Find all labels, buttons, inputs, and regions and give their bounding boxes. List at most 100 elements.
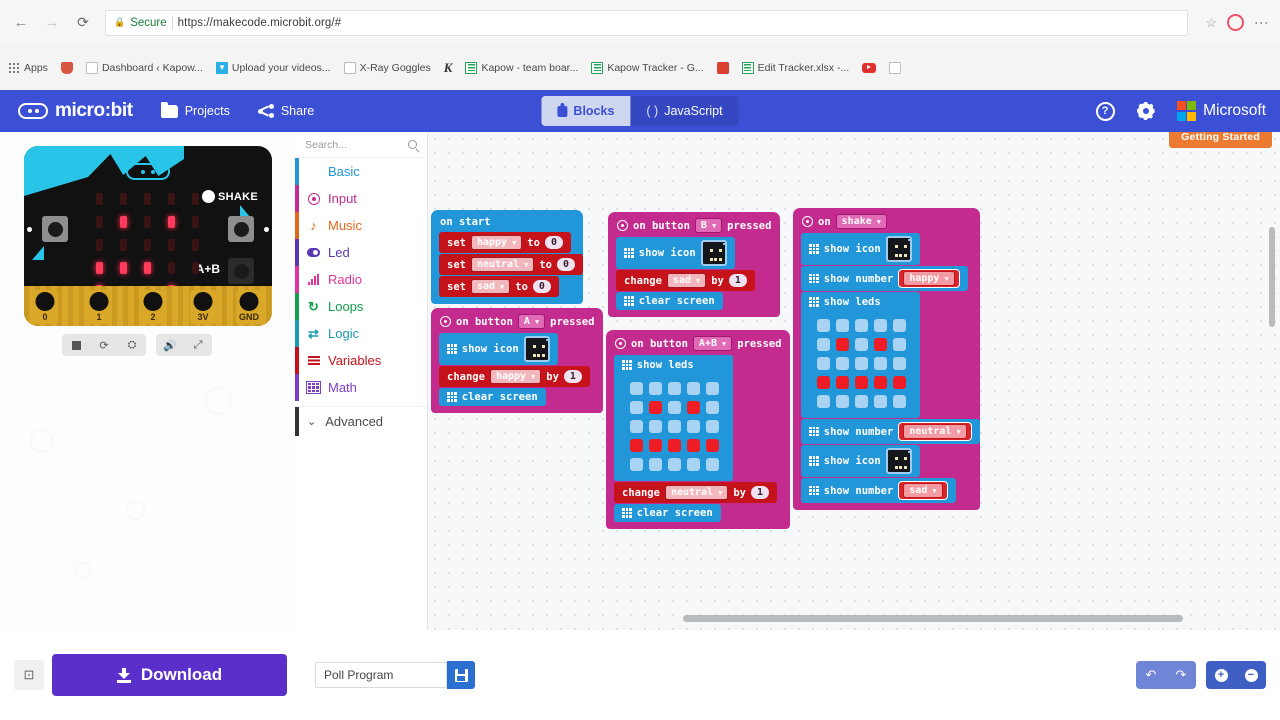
- led-cell[interactable]: [874, 338, 887, 351]
- variable-dropdown[interactable]: sad ▼: [903, 483, 943, 498]
- variable-reporter[interactable]: neutral ▼: [898, 422, 972, 441]
- set-variable-block[interactable]: set sad ▼ to 0: [439, 276, 559, 297]
- led-cell[interactable]: [874, 376, 887, 389]
- help-icon[interactable]: ?: [1095, 101, 1115, 121]
- reload-icon[interactable]: ⟳: [72, 12, 94, 34]
- horizontal-scrollbar[interactable]: [683, 615, 1183, 622]
- led-cell[interactable]: [687, 420, 700, 433]
- microbit-simulator[interactable]: SHAKE A+B 0 1 2 3V GND: [24, 146, 272, 326]
- show-leds-block[interactable]: show leds: [801, 292, 920, 418]
- led-cell[interactable]: [706, 382, 719, 395]
- led-cell[interactable]: [817, 357, 830, 370]
- led-cell[interactable]: [630, 420, 643, 433]
- bookmark-item[interactable]: [60, 61, 73, 74]
- bookmark-item[interactable]: Kapow Tracker - G...: [591, 61, 704, 74]
- toolbox-category-logic[interactable]: ⇄ Logic: [295, 320, 427, 347]
- save-button[interactable]: [447, 661, 475, 689]
- opera-icon[interactable]: [1227, 14, 1244, 31]
- change-variable-block[interactable]: change happy ▼ by 1: [439, 366, 590, 387]
- toolbox-category-math[interactable]: Math: [295, 374, 427, 401]
- number-input[interactable]: 0: [544, 236, 563, 249]
- led-cell[interactable]: [836, 319, 849, 332]
- led-cell[interactable]: [893, 395, 906, 408]
- show-icon-block[interactable]: show icon: [801, 445, 920, 477]
- event-dropdown[interactable]: shake ▼: [835, 214, 887, 229]
- led-cell[interactable]: [874, 319, 887, 332]
- led-cell[interactable]: [706, 439, 719, 452]
- number-input[interactable]: 0: [557, 258, 576, 271]
- led-cell[interactable]: [893, 357, 906, 370]
- button-dropdown[interactable]: A ▼: [517, 314, 546, 329]
- led-cell[interactable]: [630, 458, 643, 471]
- bookmark-item[interactable]: Kapow - team boar...: [465, 61, 578, 74]
- number-input[interactable]: 1: [728, 274, 747, 287]
- number-input[interactable]: 0: [532, 280, 551, 293]
- block-on-button-a[interactable]: on button A ▼ pressed show icon change happy ▼ b…: [431, 308, 604, 413]
- led-cell[interactable]: [855, 376, 868, 389]
- variable-dropdown[interactable]: happy ▼: [903, 271, 955, 286]
- expand-simulator-button[interactable]: ⊡: [14, 660, 44, 690]
- led-cell[interactable]: [874, 357, 887, 370]
- zoom-in-button[interactable]: +: [1206, 661, 1236, 689]
- toolbox-category-music[interactable]: ♪ Music: [295, 212, 427, 239]
- led-cell[interactable]: [855, 338, 868, 351]
- zoom-out-button[interactable]: −: [1236, 661, 1266, 689]
- button-ab[interactable]: [228, 258, 254, 284]
- led-matrix[interactable]: [809, 313, 914, 416]
- show-icon-block[interactable]: show icon: [439, 333, 558, 365]
- bookmark-item[interactable]: K: [444, 60, 453, 76]
- toolbox-category-led[interactable]: Led: [295, 239, 427, 266]
- tab-javascript[interactable]: ( ) JavaScript: [630, 96, 738, 126]
- led-cell[interactable]: [893, 319, 906, 332]
- show-number-block[interactable]: show number neutral ▼: [801, 419, 980, 444]
- number-input[interactable]: 1: [563, 370, 582, 383]
- variable-dropdown[interactable]: sad ▼: [666, 273, 707, 288]
- vertical-scrollbar[interactable]: [1269, 227, 1275, 327]
- toolbox-category-basic[interactable]: Basic: [295, 158, 427, 185]
- show-icon-block[interactable]: show icon: [616, 237, 735, 269]
- toolbox-advanced[interactable]: ⌄ Advanced: [295, 406, 427, 436]
- pin-2[interactable]: 2: [140, 290, 166, 324]
- led-cell[interactable]: [855, 319, 868, 332]
- address-bar[interactable]: 🔒 Secure https://makecode.microbit.org/#: [105, 9, 1189, 36]
- toolbox-category-radio[interactable]: Radio: [295, 266, 427, 293]
- icon-preview[interactable]: [885, 448, 912, 474]
- led-cell[interactable]: [668, 458, 681, 471]
- clear-screen-block[interactable]: clear screen: [614, 504, 721, 522]
- stop-icon[interactable]: [62, 334, 90, 356]
- pin-0[interactable]: 0: [32, 290, 58, 324]
- variable-dropdown[interactable]: happy ▼: [470, 235, 523, 250]
- microbit-logo[interactable]: micro:bit: [0, 100, 133, 122]
- bookmark-item[interactable]: Dashboard ‹ Kapow...: [85, 61, 203, 74]
- icon-preview[interactable]: [700, 240, 727, 266]
- led-cell[interactable]: [649, 420, 662, 433]
- clear-screen-block[interactable]: clear screen: [439, 388, 546, 406]
- led-cell[interactable]: [836, 395, 849, 408]
- led-cell[interactable]: [630, 401, 643, 414]
- toolbox-category-input[interactable]: Input: [295, 185, 427, 212]
- icon-preview[interactable]: [523, 336, 550, 362]
- project-name-input[interactable]: Poll Program: [315, 662, 447, 688]
- icon-preview[interactable]: [885, 236, 912, 262]
- led-cell[interactable]: [687, 458, 700, 471]
- change-variable-block[interactable]: change neutral ▼ by 1: [614, 482, 777, 503]
- block-on-button-b[interactable]: on button B ▼ pressed show icon change sad ▼ by 1…: [608, 212, 781, 317]
- button-a[interactable]: [42, 216, 68, 242]
- change-variable-block[interactable]: change sad ▼ by 1: [616, 270, 755, 291]
- variable-dropdown[interactable]: neutral ▼: [664, 485, 729, 500]
- led-cell[interactable]: [706, 420, 719, 433]
- bookmark-item[interactable]: Edit Tracker.xlsx -...: [741, 61, 849, 74]
- set-variable-block[interactable]: set happy ▼ to 0: [439, 232, 571, 253]
- bookmark-star-icon[interactable]: ☆: [1205, 15, 1217, 31]
- led-cell[interactable]: [687, 439, 700, 452]
- bookmark-item[interactable]: X-Ray Goggles: [343, 61, 431, 74]
- led-cell[interactable]: [836, 338, 849, 351]
- getting-started-button[interactable]: Getting Started: [1169, 132, 1272, 148]
- led-cell[interactable]: [817, 319, 830, 332]
- show-number-block[interactable]: show number sad ▼: [801, 478, 956, 503]
- bookmark-item[interactable]: [716, 61, 729, 74]
- show-number-block[interactable]: show number happy ▼: [801, 266, 968, 291]
- bookmark-item[interactable]: ▼ Upload your videos...: [215, 61, 331, 74]
- led-cell[interactable]: [668, 382, 681, 395]
- led-cell[interactable]: [668, 401, 681, 414]
